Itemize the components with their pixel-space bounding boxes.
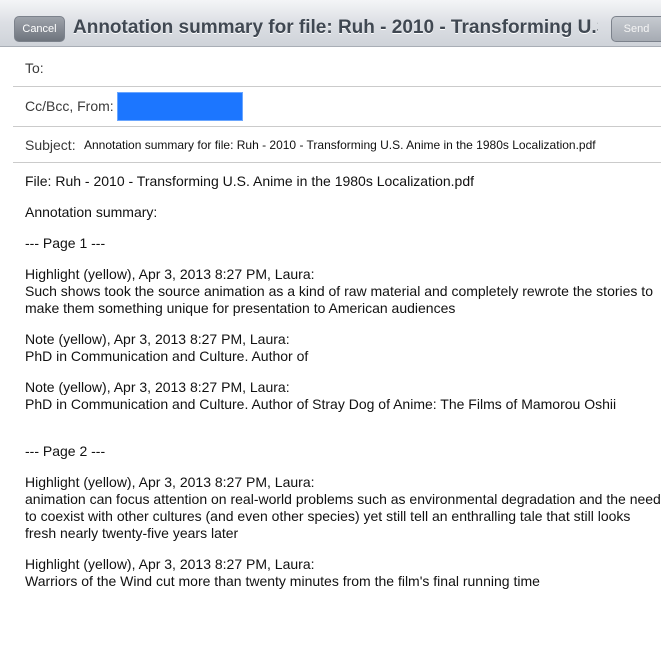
annotation-header: Note (yellow), Apr 3, 2013 8:27 PM, Laur…: [25, 331, 290, 347]
cancel-button[interactable]: Cancel: [14, 16, 65, 42]
message-body[interactable]: File: Ruh - 2010 - Transforming U.S. Ani…: [25, 163, 661, 604]
from-account-selector[interactable]: [117, 92, 243, 121]
subject-field[interactable]: Subject: Annotation summary for file: Ru…: [13, 127, 661, 163]
annotation-text: PhD in Communication and Culture. Author…: [25, 396, 617, 412]
annotation-text: Warriors of the Wind cut more than twent…: [25, 573, 540, 589]
page-1-heading: --- Page 1 ---: [25, 235, 106, 251]
annotation-header: Highlight (yellow), Apr 3, 2013 8:27 PM,…: [25, 556, 315, 572]
subject-label: Subject:: [25, 137, 76, 153]
annotation-item: Note (yellow), Apr 3, 2013 8:27 PM, Laur…: [25, 331, 661, 365]
send-button[interactable]: Send: [611, 16, 661, 42]
annotation-text: Such shows took the source animation as …: [25, 283, 653, 316]
annotation-header: Note (yellow), Apr 3, 2013 8:27 PM, Laur…: [25, 379, 290, 395]
annotation-header: Highlight (yellow), Apr 3, 2013 8:27 PM,…: [25, 266, 315, 282]
compose-title: Annotation summary for file: Ruh - 2010 …: [73, 17, 598, 38]
subject-value[interactable]: Annotation summary for file: Ruh - 2010 …: [84, 138, 596, 152]
to-label: To:: [25, 60, 44, 76]
annotation-item: Highlight (yellow), Apr 3, 2013 8:27 PM,…: [25, 556, 661, 590]
page-2-heading: --- Page 2 ---: [25, 443, 106, 459]
cc-bcc-from-label: Cc/Bcc, From:: [25, 98, 114, 114]
annotation-text: PhD in Communication and Culture. Author…: [25, 348, 309, 364]
to-field[interactable]: To:: [13, 47, 661, 87]
annotation-header: Highlight (yellow), Apr 3, 2013 8:27 PM,…: [25, 474, 315, 490]
compose-toolbar: Cancel Annotation summary for file: Ruh …: [0, 0, 661, 47]
annotation-text: animation can focus attention on real-wo…: [25, 491, 661, 541]
file-line: File: Ruh - 2010 - Transforming U.S. Ani…: [25, 173, 475, 189]
annotation-item: Highlight (yellow), Apr 3, 2013 8:27 PM,…: [25, 266, 661, 317]
cc-bcc-from-field[interactable]: Cc/Bcc, From:: [13, 87, 661, 127]
annotation-item: Highlight (yellow), Apr 3, 2013 8:27 PM,…: [25, 474, 661, 542]
annotation-item: Note (yellow), Apr 3, 2013 8:27 PM, Laur…: [25, 379, 661, 413]
summary-heading: Annotation summary:: [25, 204, 158, 220]
